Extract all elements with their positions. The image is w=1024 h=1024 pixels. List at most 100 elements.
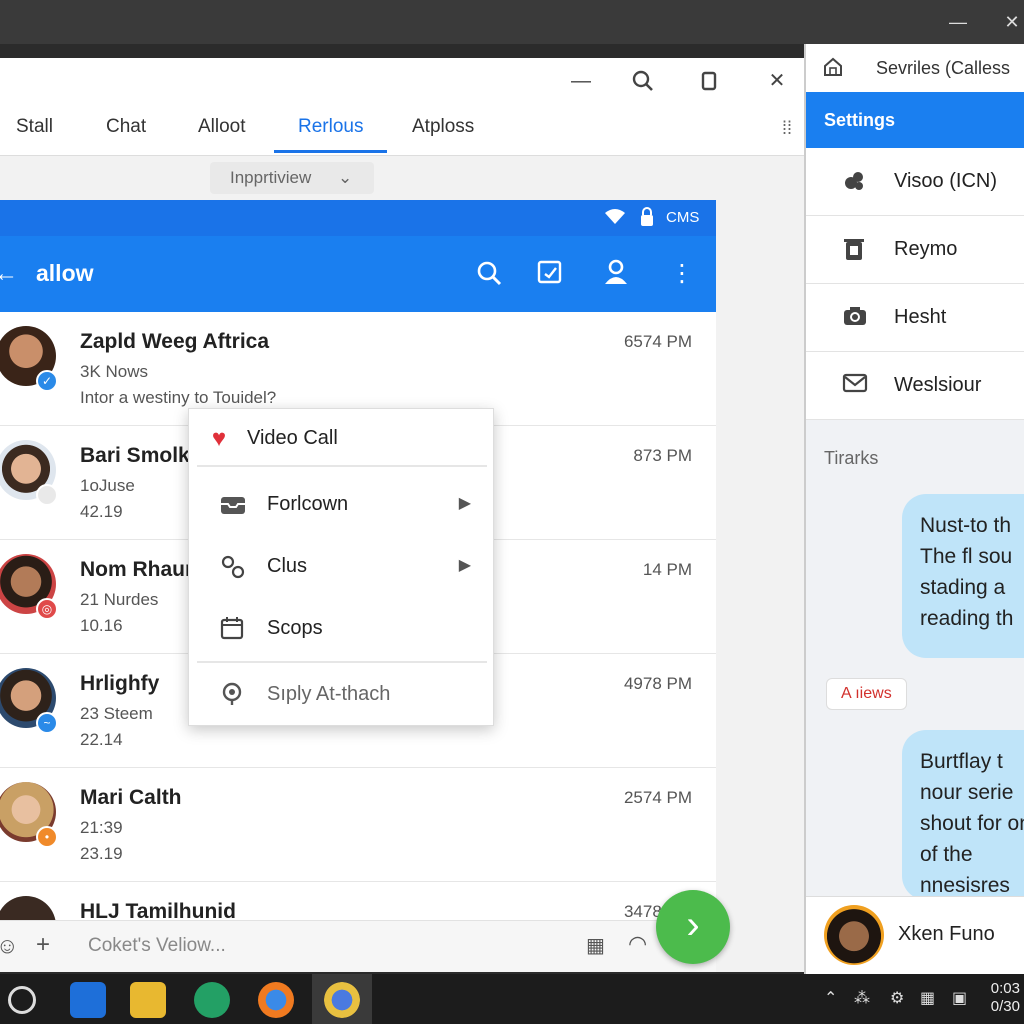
contact-name: Zapld Weeg Aftrica [80, 330, 270, 353]
contact-sub: 23 Steem [80, 704, 153, 723]
view-selector-dropdown[interactable]: Inpprtiview ⌄ [210, 162, 374, 194]
menu-item-sply-attach[interactable]: Sıply At-thach [189, 669, 495, 721]
tray-keyboard-icon[interactable]: ▦ [920, 988, 935, 1008]
settings-header[interactable]: Settings [806, 92, 1024, 148]
reaction-chip[interactable]: A ıiews [826, 678, 907, 710]
folder-icon[interactable] [130, 982, 166, 1018]
app-title: allow [36, 260, 94, 286]
panel-item-label: Visoo (ICN) [894, 170, 997, 192]
outer-close-button[interactable]: ✕ [998, 8, 1024, 36]
status-badge: ~ [36, 712, 58, 734]
panel-item-label: Reymo [894, 238, 958, 260]
chrome-icon[interactable] [324, 982, 360, 1018]
chevron-down-icon: ⌄ [338, 168, 353, 187]
minimize-button[interactable]: — [566, 66, 596, 96]
lock-icon [640, 207, 654, 227]
panel-item-weslsiour[interactable]: Weslsiour [806, 352, 1024, 420]
tab-rerlous[interactable]: Rerlous [274, 116, 388, 153]
forward-fab-button[interactable]: › [656, 890, 730, 964]
section-label: Tirarks [824, 448, 879, 468]
contact-sub: 3K Nows [80, 362, 149, 381]
tab-alloot[interactable]: Alloot [198, 116, 246, 150]
tab-atploss[interactable]: Atploss [412, 116, 474, 150]
home-icon[interactable] [822, 56, 844, 78]
link-icon [219, 553, 247, 581]
close-button[interactable]: ✕ [762, 66, 792, 96]
panel-item-label: Hesht [894, 306, 947, 328]
status-text: CMS [666, 209, 700, 226]
window-app-icon[interactable] [70, 982, 106, 1018]
calendar-icon [219, 615, 247, 643]
contact-name: Nom Rhaun [80, 558, 198, 581]
menu-item-label: Video Call [247, 427, 338, 449]
panel-item-hesht[interactable]: Hesht [806, 284, 1024, 352]
menu-item-label: Forlcown [267, 493, 349, 515]
tab-bar: Stall Chat Alloot Rerlous Atploss ⁞⁞ [0, 102, 804, 156]
panel-header: Sevriles (Calless [806, 44, 1024, 92]
trash-icon [842, 236, 870, 264]
panel-title: Sevriles (Calless [876, 58, 1011, 78]
inbox-icon [219, 491, 247, 519]
person-icon[interactable] [602, 258, 634, 290]
contact-name: Hrlighfy [80, 672, 160, 695]
grid-menu-icon[interactable]: ⁞⁞ [782, 118, 792, 139]
tray-time: 0:03 [990, 980, 1020, 997]
chat-bubble: Nust-to th The fl sou stading a reading … [902, 494, 1024, 658]
window-caption-bar: — ✕ [0, 58, 804, 102]
menu-item-label: Scops [267, 617, 323, 639]
back-arrow-icon[interactable]: ← [0, 258, 22, 290]
tab-stall[interactable]: Stall [16, 116, 53, 150]
browser-icon[interactable] [258, 982, 294, 1018]
main-window: — ✕ Stall Chat Alloot Rerlous Atploss ⁞⁞… [0, 58, 804, 972]
app-green-icon[interactable] [194, 982, 230, 1018]
message-preview: Intor a westiny to Touidel? [80, 388, 277, 407]
menu-item-label: Sıply At-thach [267, 683, 391, 705]
menu-item-forlcown[interactable]: Forlcown ▶ [189, 479, 495, 531]
message-preview: 42.19 [80, 502, 123, 521]
add-icon[interactable]: + [36, 931, 50, 959]
search-icon[interactable] [628, 66, 658, 96]
palette-icon [842, 168, 870, 196]
contact-sub: 21:39 [80, 818, 123, 837]
menu-item-label: Clus [267, 555, 308, 577]
contact-name: Mari Calth [80, 786, 182, 809]
message-preview: 10.16 [80, 616, 123, 635]
heart-icon: ♥ [211, 425, 227, 452]
menu-divider [197, 661, 487, 663]
panel-item-visoo[interactable]: Visoo (ICN) [806, 148, 1024, 216]
more-vert-icon[interactable]: ⋮ [666, 258, 698, 290]
tray-clock[interactable]: 0:03 0/30 [991, 980, 1020, 1016]
status-badge: • [36, 826, 58, 848]
compose-icon[interactable] [536, 258, 568, 290]
search-icon[interactable] [474, 258, 506, 290]
view-selector-label: Inpprtiview [230, 168, 312, 187]
start-circle-icon[interactable] [8, 986, 36, 1014]
tray-network-icon[interactable]: ⁂ [854, 988, 870, 1008]
contact-sub: 1oJuse [80, 476, 135, 495]
status-badge [36, 484, 58, 506]
chat-bubble: Burtflay t nour serie shout for ond of t… [902, 730, 1024, 900]
menu-item-scops[interactable]: Scops [189, 603, 495, 655]
emoji-icon[interactable]: ☺ [0, 933, 18, 959]
taskbar: ⌃ ⁂ ⚙ ▦ ▣ 0:03 0/30 [0, 974, 1024, 1024]
menu-item-clus[interactable]: Clus ▶ [189, 541, 495, 593]
tab-chat[interactable]: Chat [106, 116, 146, 150]
conversation-row[interactable]: HLJ Tamilhunid 3478 PM [0, 882, 716, 956]
wifi-icon [604, 208, 626, 226]
tray-settings-icon[interactable]: ⚙ [890, 988, 904, 1008]
avatar [824, 905, 884, 965]
outer-minimize-button[interactable]: — [944, 8, 972, 36]
conversation-row[interactable]: • Mari Calth 21:39 23.19 2574 PM [0, 768, 716, 882]
maximize-button[interactable] [694, 66, 724, 96]
status-bar: CMS [0, 200, 716, 236]
message-input[interactable]: Coket's Veliow... [88, 935, 226, 957]
keyboard-icon[interactable]: ▦ [586, 933, 605, 958]
contact-footer[interactable]: Xken Funo [806, 896, 1024, 974]
eye-icon[interactable]: ◠ [628, 931, 647, 957]
context-menu: ♥ Video Call Forlcown ▶ Clus ▶ Scops Sıp… [188, 408, 494, 726]
tray-notification-icon[interactable]: ▣ [952, 988, 967, 1008]
menu-item-video-call[interactable]: ♥ Video Call [189, 413, 495, 465]
submenu-arrow-icon: ▶ [458, 495, 471, 512]
tray-chevron-up-icon[interactable]: ⌃ [824, 988, 837, 1008]
panel-item-reymo[interactable]: Reymo [806, 216, 1024, 284]
